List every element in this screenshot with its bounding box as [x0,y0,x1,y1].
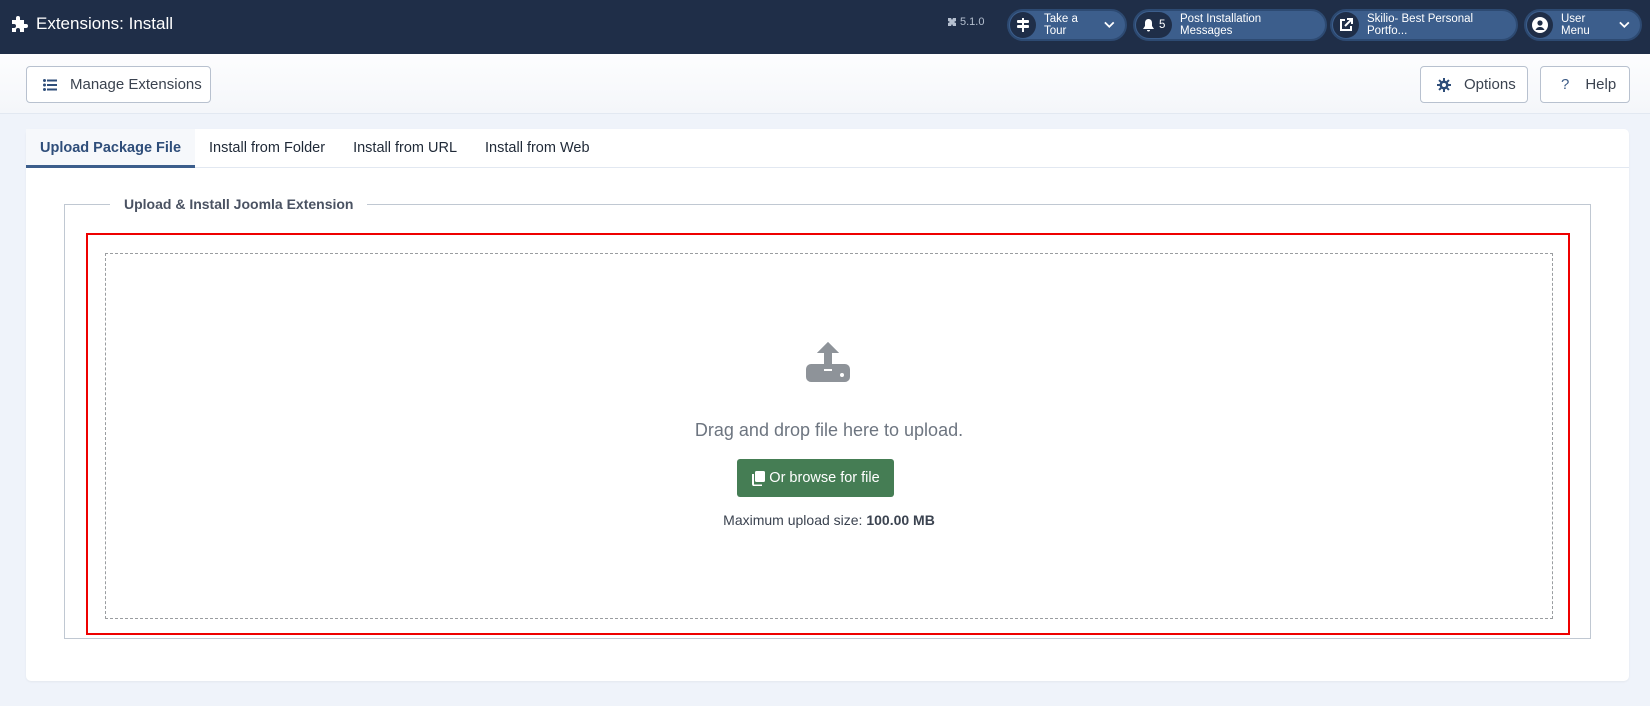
max-upload-label: Maximum upload size: [723,512,863,528]
take-tour-label: Take a Tour [1044,13,1078,37]
toolbar: Manage Extensions Options ? Help [0,54,1650,114]
user-icon [1527,12,1553,38]
list-icon [43,78,57,91]
drop-zone[interactable]: Drag and drop file here to upload. Or br… [105,253,1553,619]
drop-instruction: Drag and drop file here to upload. [694,420,964,440]
bell-icon [1142,18,1154,31]
tab-install-from-url[interactable]: Install from URL [339,129,471,168]
user-menu-button[interactable]: User Menu [1524,9,1642,41]
manage-extensions-label: Manage Extensions [70,76,202,93]
upload-icon [806,342,850,382]
gear-icon [1437,77,1451,92]
question-icon: ? [1561,76,1570,93]
install-card: Upload Package File Install from Folder … [26,129,1629,681]
external-link-icon [1333,12,1359,38]
upload-legend: Upload & Install Joomla Extension [124,196,354,212]
version-text: 5.1.0 [960,16,985,28]
tab-install-from-web[interactable]: Install from Web [471,129,604,168]
header-bar: Extensions: Install 5.1.0 Take a Tour 5 … [0,0,1650,54]
chevron-down-icon [1619,21,1630,29]
browse-file-button[interactable]: Or browse for file [737,459,894,497]
install-tabs: Upload Package File Install from Folder … [26,129,1629,168]
manage-extensions-button[interactable]: Manage Extensions [26,66,211,103]
puzzle-icon [12,16,28,32]
signpost-icon [1010,12,1036,38]
highlight-box: Drag and drop file here to upload. Or br… [86,233,1570,635]
tab-install-from-folder[interactable]: Install from Folder [195,129,339,168]
post-installation-messages-button[interactable]: 5 Post Installation Messages [1133,9,1327,41]
help-label: Help [1585,76,1617,93]
max-upload-size: Maximum upload size: 100.00 MB [106,512,1552,528]
joomla-icon [948,18,956,26]
take-tour-button[interactable]: Take a Tour [1007,9,1127,41]
options-button[interactable]: Options [1420,66,1528,103]
tab-upload-package-file[interactable]: Upload Package File [26,129,196,168]
version-indicator: 5.1.0 [947,16,984,28]
messages-label: Post Installation Messages [1180,13,1262,37]
site-link-button[interactable]: Skilio- Best Personal Portfo... [1330,9,1518,41]
messages-badge: 5 [1136,12,1172,38]
copy-icon [752,470,766,486]
options-label: Options [1464,76,1516,93]
help-button[interactable]: ? Help [1540,66,1630,103]
user-menu-label: User Menu [1561,13,1590,37]
chevron-down-icon [1104,21,1115,29]
page-title: Extensions: Install [36,14,174,33]
max-upload-value: 100.00 MB [866,512,935,528]
browse-file-label: Or browse for file [769,470,880,486]
messages-count: 5 [1158,19,1166,31]
site-link-label: Skilio- Best Personal Portfo... [1367,13,1474,37]
